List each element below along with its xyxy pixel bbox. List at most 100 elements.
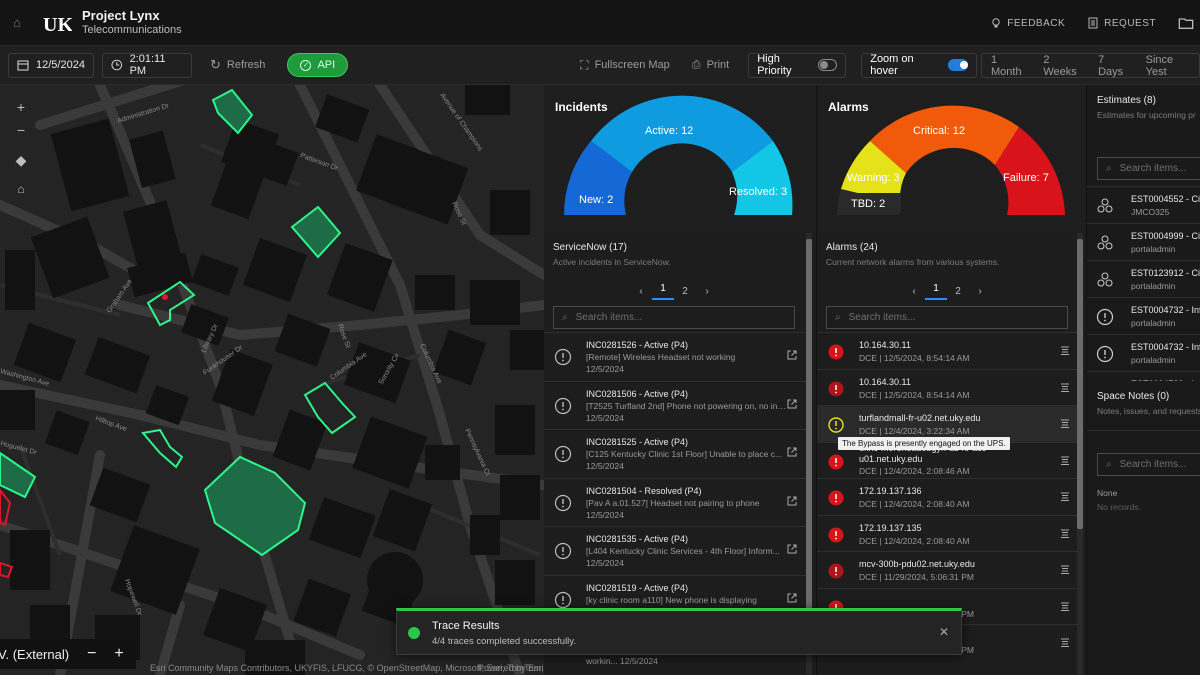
gauge-label-resolved: Resolved: 3 [729,186,787,198]
list-item[interactable]: EST0004732 - Info portaladmin [1087,297,1200,334]
details-icon[interactable] [1059,528,1071,540]
incident-id: INC0281525 - Active (P4) [586,437,689,447]
pager-next[interactable]: › [696,286,718,297]
date-picker[interactable]: 12/5/2024 [8,52,94,78]
list-item[interactable]: mcv-300b-pdu02.net.uky.edu DCE | 11/29/20… [817,551,1079,588]
list-item[interactable]: 10.164.30.11 DCE | 12/5/2024, 8:54:14 AM [817,368,1079,406]
list-item[interactable]: INC0281525 - Active (P4) [C125 Kentucky C… [544,429,806,478]
range-since-yesterday[interactable]: Since Yest [1137,54,1199,78]
list-item[interactable]: EST0004999 - Circ portaladmin [1087,223,1200,260]
pager-page-2[interactable]: 2 [947,286,969,297]
incident-description: [C125 Kentucky Clinic 1st Floor] Unable … [586,449,783,459]
request-link[interactable]: REQUEST [1087,17,1156,29]
external-link-icon[interactable] [786,592,798,604]
incident-id: INC0281535 - Active (P4) [586,534,689,544]
servicenow-search-input[interactable]: ⌕ Search items... [553,306,795,329]
range-2-weeks[interactable]: 2 Weeks [1034,54,1089,78]
list-item[interactable]: EST0004552 - Circ JMCO325 [1087,186,1200,223]
alarm-tooltip: The Bypass is presently engaged on the U… [838,437,1010,450]
list-item[interactable]: EST0123912 - Circ portaladmin [1087,260,1200,297]
map-view[interactable]: Administration Dr Avenue of Champions Pa… [0,85,544,675]
list-item[interactable]: EST0004733 - Info [1087,371,1200,381]
alarms-gauge-chart: TBD: 2 Warning: 3 Critical: 12 Failure: … [837,105,1065,215]
range-7-days[interactable]: 7 Days [1089,54,1137,78]
space-notes-title: Space Notes (0) [1097,391,1170,402]
details-icon[interactable] [1059,491,1071,503]
details-icon[interactable] [1059,418,1071,430]
high-priority-switch[interactable] [817,59,838,71]
api-button[interactable]: ✓ API [287,53,349,77]
zoom-on-hover-toggle[interactable]: Zoom on hover [861,52,978,78]
pager-prev[interactable]: ‹ [630,286,652,297]
list-item[interactable]: 172.19.137.135 DCE | 12/4/2024, 2:08:40 A… [817,514,1079,552]
list-item[interactable]: workin... 12/5/2024 [544,654,806,675]
estimate-owner: JMCO325 [1131,207,1170,217]
servicenow-subtitle: Active incidents in ServiceNow. [553,257,671,267]
alarms-search-input[interactable]: ⌕ Search items... [826,306,1068,329]
alarm-meta: DCE | 12/5/2024, 8:54:14 AM [859,389,970,400]
alarm-status-icon [827,416,845,434]
pager-prev[interactable]: ‹ [903,286,925,297]
home-extent-icon[interactable]: ⌂ [9,177,33,201]
search-placeholder: Search items... [848,312,916,323]
list-item[interactable]: INC0281504 - Resolved (P4) [Pav A a.01.52… [544,477,806,527]
space-notes-search-input[interactable]: ⌕ Search items... [1097,453,1200,476]
external-link-icon[interactable] [786,495,798,507]
fullscreen-icon: ⛶ [580,57,589,72]
list-item[interactable]: INC0281506 - Active (P4) [T2525 Turfland … [544,380,806,430]
pager-page-1[interactable]: 1 [652,283,674,300]
svg-text:UK: UK [43,14,72,36]
map-canvas[interactable]: Administration Dr Avenue of Champions Pa… [0,85,544,675]
feedback-link[interactable]: FEEDBACK [990,17,1065,29]
servicenow-pager: ‹ 1 2 › [630,283,718,300]
layer-minus-button[interactable]: − [87,645,96,663]
fullscreen-map-button[interactable]: ⛶ Fullscreen Map [580,58,670,73]
space-notes-none: None [1097,488,1118,498]
alarm-meta: DCE | 12/4/2024, 2:08:46 AM [859,465,970,476]
estimates-title: Estimates (8) [1097,95,1156,106]
refresh-button[interactable]: ↻ Refresh [210,57,265,73]
alarm-status-icon [827,453,845,471]
list-item[interactable]: 172.19.137.136 DCE | 12/4/2024, 2:08:40 A… [817,478,1079,515]
alarms-panel: Alarms TBD: 2 Warning: 3 Critical: 12 Fa… [816,85,1086,675]
circuit-icon [1096,271,1114,289]
list-item[interactable]: 10.164.30.11 DCE | 12/5/2024, 8:54:14 AM [817,332,1079,369]
compass-icon[interactable]: ◆ [9,148,33,172]
incidents-gauge-chart: New: 2 Active: 12 Resolved: 3 [563,95,793,215]
details-icon[interactable] [1059,455,1071,467]
print-label: Print [706,59,730,71]
zoom-out-button[interactable]: − [9,118,33,142]
alarm-name: 172.19.137.135 [859,522,922,533]
pager-page-2[interactable]: 2 [674,286,696,297]
list-item[interactable]: INC0281535 - Active (P4) [L404 Kentucky C… [544,526,806,575]
print-button[interactable]: ⎙ Print [692,59,729,72]
details-icon[interactable] [1059,564,1071,576]
zoom-on-hover-switch[interactable] [947,59,969,71]
alarms-scrollbar[interactable] [1077,233,1083,675]
details-icon[interactable] [1059,382,1071,394]
external-link-icon[interactable] [786,446,798,458]
info-icon [554,542,572,560]
layer-plus-button[interactable]: + [114,645,123,663]
printer-icon: ⎙ [691,58,701,71]
street-label: Administration Dr [117,102,171,125]
home-icon[interactable]: ⌂ [0,0,34,46]
close-icon[interactable]: ✕ [939,625,949,639]
list-item[interactable]: INC0281526 - Active (P4) [Remote] Wireles… [544,332,806,381]
details-icon[interactable] [1059,345,1071,357]
range-1-month[interactable]: 1 Month [982,54,1034,78]
details-icon[interactable] [1059,637,1071,649]
external-link-icon[interactable] [786,349,798,361]
external-link-icon[interactable] [786,398,798,410]
pager-next[interactable]: › [969,286,991,297]
alarms-list-subtitle: Current network alarms from various syst… [826,257,1000,267]
details-icon[interactable] [1059,601,1071,613]
high-priority-toggle[interactable]: High Priority [748,52,847,78]
external-link-icon[interactable] [786,543,798,555]
folder-button[interactable] [1178,15,1194,31]
pager-page-1[interactable]: 1 [925,283,947,300]
estimates-search-input[interactable]: ⌕ Search items... [1097,157,1200,180]
zoom-in-button[interactable]: + [9,95,33,119]
list-item[interactable]: EST0004732 - Info portaladmin [1087,334,1200,371]
time-picker[interactable]: 2:01:11 PM [102,52,192,78]
